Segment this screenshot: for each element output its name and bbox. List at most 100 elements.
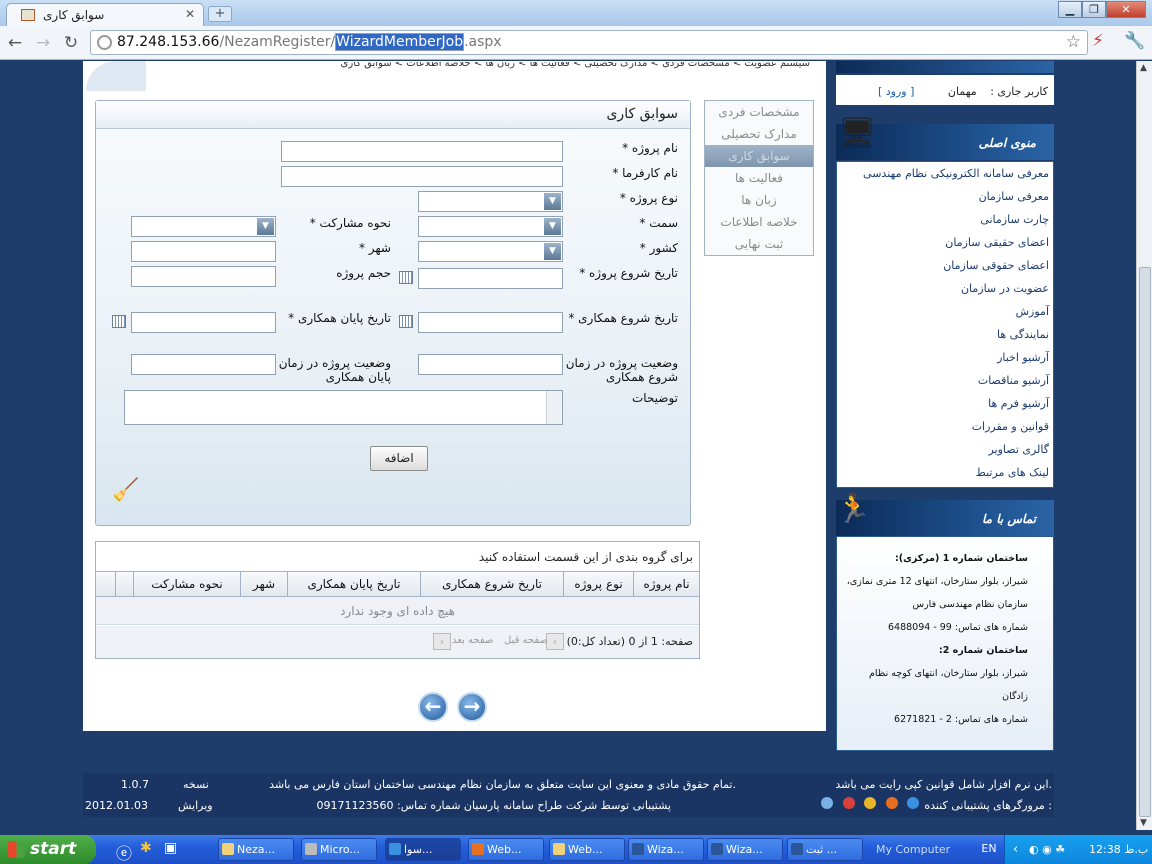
next-page-arrow-icon[interactable]: ‹ xyxy=(433,633,451,650)
description-textarea[interactable] xyxy=(124,390,563,425)
scroll-down-arrow-icon[interactable]: ▼ xyxy=(1140,818,1147,828)
coop-start-input[interactable] xyxy=(418,312,563,333)
employer-name-input[interactable] xyxy=(281,166,563,187)
chevron-down-icon[interactable]: ▼ xyxy=(544,243,561,260)
textarea-scrollbar[interactable] xyxy=(546,391,562,424)
tray-chevron-icon[interactable]: ‹ xyxy=(1013,835,1018,864)
taskbar-item[interactable]: Web... xyxy=(549,838,625,861)
calendar-icon[interactable] xyxy=(399,315,413,328)
coop-end-input[interactable] xyxy=(131,312,276,333)
col-participation[interactable]: نحوه مشارکت xyxy=(133,572,240,596)
col-project-name[interactable]: نام پروژه xyxy=(633,572,699,596)
minimize-window-button[interactable]: ▁ xyxy=(1058,1,1082,18)
city-input[interactable] xyxy=(131,241,276,262)
page-scrollbar[interactable]: ▲ ▼ xyxy=(1136,61,1152,830)
project-start-input[interactable] xyxy=(418,268,563,289)
chevron-down-icon[interactable]: ▼ xyxy=(257,218,274,235)
main-menu-item[interactable]: آموزش xyxy=(837,300,1053,323)
taskbar-item[interactable]: Wiza... xyxy=(628,838,704,861)
start-button[interactable]: start xyxy=(0,835,96,864)
col-project-type[interactable]: نوع پروژه xyxy=(563,572,633,596)
scrollbar-thumb[interactable] xyxy=(1139,267,1151,817)
taskbar-item[interactable]: Web... xyxy=(468,838,544,861)
main-menu-item[interactable]: اعضای حقیقی سازمان xyxy=(837,231,1053,254)
status-end-input[interactable] xyxy=(131,354,276,375)
main-menu-item[interactable]: گالری تصاویر xyxy=(837,438,1053,461)
new-tab-button[interactable]: + xyxy=(208,6,232,22)
col-coop-start[interactable]: تاریخ شروع همکاری xyxy=(420,572,563,596)
main-menu-item[interactable]: چارت سازمانی xyxy=(837,208,1053,231)
taskbar-item[interactable]: سوا... xyxy=(385,838,461,861)
taskbar-item[interactable]: Wiza... xyxy=(707,838,783,861)
chevron-down-icon[interactable]: ▼ xyxy=(544,218,561,235)
main-menu-item[interactable]: اعضای حقوقی سازمان xyxy=(837,254,1053,277)
extension-lightning-icon[interactable]: ⚡ xyxy=(1092,31,1104,51)
url-text[interactable]: 87.248.153.66/NezamRegister/WizardMember… xyxy=(117,33,502,51)
calendar-icon[interactable] xyxy=(399,271,413,284)
ie-quicklaunch-icon[interactable]: ⓔ xyxy=(116,840,132,864)
login-link[interactable]: ورود xyxy=(886,85,907,98)
taskbar-item[interactable]: Neza... xyxy=(218,838,294,861)
wizard-step[interactable]: خلاصه اطلاعات xyxy=(705,211,813,233)
language-indicator[interactable]: EN xyxy=(978,840,1000,858)
maximize-window-button[interactable]: ❐ xyxy=(1082,1,1106,18)
main-menu-item[interactable]: آرشیو اخبار xyxy=(837,346,1053,369)
prev-page-arrow-icon[interactable]: › xyxy=(546,633,564,650)
project-type-select[interactable]: ▼ xyxy=(418,191,563,212)
main-menu-item[interactable]: عضویت در سازمان xyxy=(837,277,1053,300)
main-menu-item[interactable]: قوانین و مقررات xyxy=(837,415,1053,438)
tray-app-icons[interactable]: ◐ ◉ ☘ xyxy=(1029,835,1065,864)
bookmark-star-icon[interactable]: ☆ xyxy=(1066,32,1081,52)
col-coop-end[interactable]: تاریخ پایان همکاری xyxy=(287,572,420,596)
forward-arrow-button[interactable]: → xyxy=(457,692,487,722)
wizard-step[interactable]: مدارک تحصیلی xyxy=(705,123,813,145)
next-page-label[interactable]: صفحه بعد xyxy=(452,635,493,646)
prev-page-label[interactable]: صفحه قبل xyxy=(504,635,548,646)
taskbar-item[interactable]: Micro... xyxy=(301,838,377,861)
clear-broom-icon[interactable]: 🧹 xyxy=(112,478,139,508)
status-start-input[interactable] xyxy=(418,354,563,375)
chevron-down-icon[interactable]: ▼ xyxy=(544,193,561,210)
main-menu-item[interactable]: معرفی سازمان xyxy=(837,185,1053,208)
main-menu-item[interactable]: آرشیو مناقصات xyxy=(837,369,1053,392)
wizard-step[interactable]: ثبت نهایی xyxy=(705,233,813,255)
reload-icon[interactable]: ↻ xyxy=(60,32,82,54)
main-menu-item[interactable]: لینک های مرتبط xyxy=(837,461,1053,484)
forward-arrow-icon[interactable]: → xyxy=(32,32,54,54)
scroll-up-arrow-icon[interactable]: ▲ xyxy=(1140,63,1147,73)
taskbar-item[interactable]: ثبت ... xyxy=(787,838,863,861)
project-volume-input[interactable] xyxy=(131,266,276,287)
back-arrow-icon[interactable]: ← xyxy=(4,32,26,54)
wizard-steps: مشخصات فردی مدارک تحصیلی سوابق کاری فعالیت … xyxy=(704,100,814,256)
wizard-step[interactable]: سوابق کاری xyxy=(705,145,813,167)
system-tray: ‹ ◐ ◉ ☘ 12:38 ب.ظ xyxy=(1004,835,1152,864)
taskbar-app-icon xyxy=(389,843,401,855)
wizard-step[interactable]: فعالیت ها xyxy=(705,167,813,189)
main-menu-item[interactable]: نمایندگی ها xyxy=(837,323,1053,346)
main-menu-item[interactable]: معرفی سامانه الکترونیکی نظام مهندسی xyxy=(837,162,1053,185)
project-name-input[interactable] xyxy=(281,141,563,162)
browser-toolbar: ← → ↻ 87.248.153.66/NezamRegister/Wizard… xyxy=(0,26,1152,60)
close-tab-icon[interactable]: ✕ xyxy=(185,7,195,21)
quicklaunch-icon[interactable]: ✱ xyxy=(140,840,152,856)
participation-select[interactable]: ▼ xyxy=(131,216,276,237)
calendar-icon[interactable] xyxy=(112,315,126,328)
address-bar[interactable]: 87.248.153.66/NezamRegister/WizardMember… xyxy=(90,30,1088,55)
wrench-menu-icon[interactable]: 🔧 xyxy=(1124,31,1145,51)
page-footer: این نرم افزار شامل قوانین کپی رایت می با… xyxy=(83,773,1054,817)
back-arrow-button[interactable]: ← xyxy=(418,692,448,722)
group-by-panel[interactable]: برای گروه بندی از این قسمت استفاده کنید xyxy=(96,542,699,572)
close-window-button[interactable]: ✕ xyxy=(1106,1,1146,18)
show-desktop-icon[interactable]: ▣ xyxy=(164,840,177,856)
browser-tab[interactable]: سوابق کاری ✕ xyxy=(6,3,204,26)
col-city[interactable]: شهر xyxy=(240,572,287,596)
add-button[interactable]: اضافه xyxy=(370,446,428,471)
wizard-step[interactable]: مشخصات فردی xyxy=(705,101,813,123)
position-select[interactable]: ▼ xyxy=(418,216,563,237)
building1-address: شیراز، بلوار ستارخان، انتهای 12 متری نما… xyxy=(846,576,1028,587)
firefox-icon xyxy=(885,797,898,809)
country-select[interactable]: ▼ xyxy=(418,241,563,262)
my-computer-label[interactable]: My Computer xyxy=(876,843,950,856)
wizard-step[interactable]: زبان ها xyxy=(705,189,813,211)
main-menu-item[interactable]: آرشیو فرم ها xyxy=(837,392,1053,415)
